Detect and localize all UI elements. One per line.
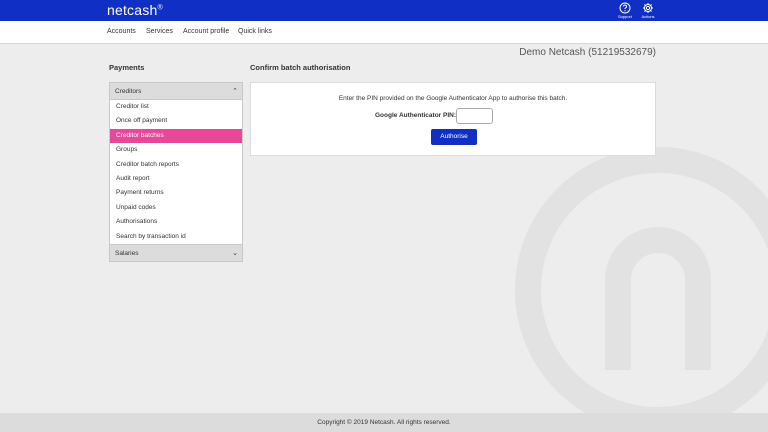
sidebar-item-creditor-list[interactable]: Creditor list (110, 100, 242, 114)
pin-label: Google Authenticator PIN: (375, 112, 457, 119)
creditors-menu: Creditor list Once off payment Creditor … (109, 100, 243, 244)
nav-account-profile[interactable]: Account profile (183, 28, 229, 35)
sidebar-section-salaries[interactable]: Salaries ⌄ (109, 243, 243, 262)
sidebar-item-authorisations[interactable]: Authorisations (110, 215, 242, 229)
authorisation-panel: Enter the PIN provided on the Google Aut… (250, 82, 656, 156)
section-label: Salaries (115, 249, 139, 257)
section-label: Creditors (115, 88, 142, 95)
sidebar-item-once-off-payment[interactable]: Once off payment (110, 114, 242, 128)
nav-services[interactable]: Services (146, 28, 173, 35)
top-brand-bar: netcash® Support Actions (0, 0, 768, 21)
actions-button[interactable]: Actions (637, 2, 659, 20)
account-name: Demo Netcash (51219532679) (519, 47, 656, 58)
netcash-logo[interactable]: netcash® (107, 2, 163, 18)
authorise-button[interactable]: Authorise (431, 129, 477, 145)
pin-input[interactable] (456, 108, 493, 124)
page-title: Confirm batch authorisation (250, 63, 351, 72)
sidebar-item-creditor-batch-reports[interactable]: Creditor batch reports (110, 158, 242, 172)
main-nav: Accounts Services Account profile Quick … (0, 21, 768, 44)
sidebar-title: Payments (109, 63, 145, 72)
actions-label: Actions (641, 14, 655, 19)
sidebar-item-unpaid-codes[interactable]: Unpaid codes (110, 201, 242, 215)
sidebar: Creditors ⌃ Creditor list Once off payme… (109, 82, 243, 262)
sidebar-item-search-by-transaction-id[interactable]: Search by transaction id (110, 230, 242, 244)
sidebar-item-creditor-batches[interactable]: Creditor batches (110, 128, 242, 144)
netcash-watermark-logo (515, 147, 768, 432)
sidebar-item-groups[interactable]: Groups (110, 143, 242, 157)
instruction-text: Enter the PIN provided on the Google Aut… (338, 95, 568, 102)
nav-accounts[interactable]: Accounts (107, 28, 136, 35)
sidebar-item-audit-report[interactable]: Audit report (110, 172, 242, 186)
gear-icon (643, 3, 653, 13)
support-button[interactable]: Support (614, 2, 636, 20)
question-circle-icon (619, 2, 631, 14)
chevron-down-icon: ⌄ (232, 249, 238, 257)
nav-quick-links[interactable]: Quick links (238, 28, 272, 35)
support-label: Support (617, 14, 632, 19)
chevron-up-icon: ⌃ (232, 88, 238, 95)
sidebar-item-payment-returns[interactable]: Payment returns (110, 186, 242, 200)
footer-copyright: Copyright © 2019 Netcash. All rights res… (0, 413, 768, 432)
sidebar-section-creditors[interactable]: Creditors ⌃ (109, 82, 243, 100)
